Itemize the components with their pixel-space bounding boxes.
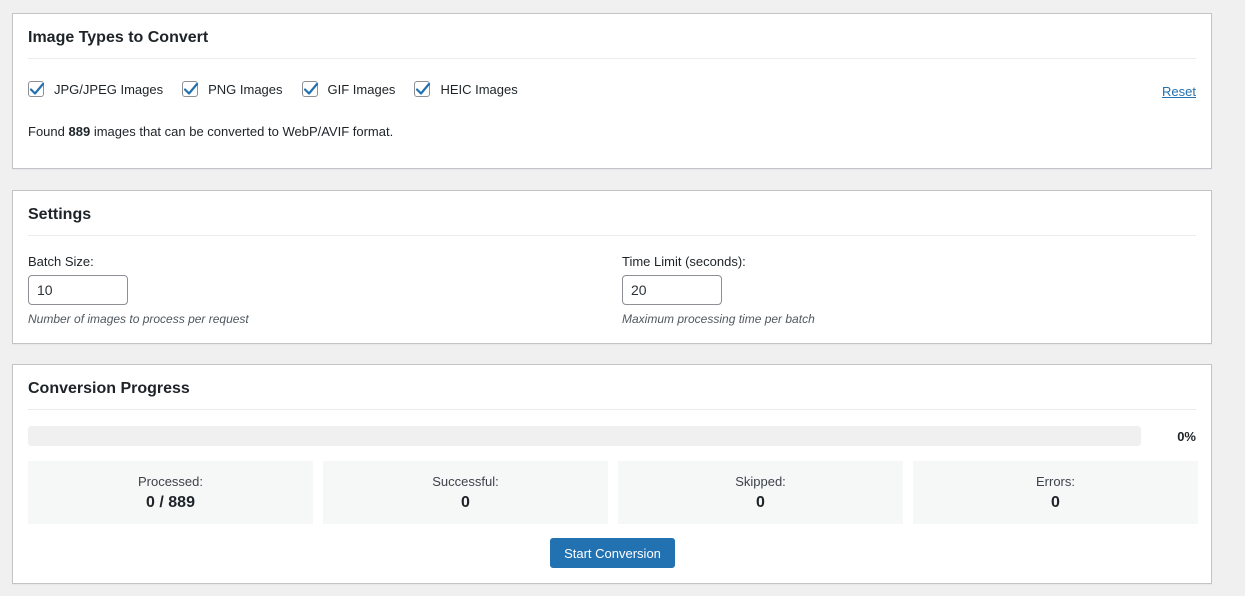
stat-processed-label: Processed: [137,473,204,489]
progress-bar [28,426,1141,446]
checkbox-png[interactable]: PNG Images [182,81,283,97]
checkmark-icon [416,82,431,95]
stat-errors: Errors: 0 [913,461,1198,524]
stat-processed: Processed: 0 / 889 [28,461,313,524]
image-type-checkboxes: JPG/JPEG Images PNG Images GIF Images HE… [28,81,537,97]
progress-percent: 0% [1177,429,1196,444]
checkbox-heic[interactable]: HEIC Images [414,81,518,97]
checkbox-heic-label: HEIC Images [440,81,518,97]
stats-row: Processed: 0 / 889 Successful: 0 Skipped… [28,461,1198,524]
checkbox-png-label: PNG Images [208,81,283,97]
time-limit-description: Maximum processing time per batch [622,312,815,326]
found-images-message: Found 889 images that can be converted t… [28,124,393,139]
start-conversion-button[interactable]: Start Conversion [550,538,675,568]
stat-processed-value: 0 / 889 [146,493,195,511]
batch-size-input[interactable] [28,275,128,305]
batch-size-field: Batch Size: Number of images to process … [28,254,249,326]
stat-skipped-value: 0 [756,493,765,511]
checkbox-gif-box[interactable] [301,81,318,97]
checkmark-icon [29,82,45,95]
batch-size-description: Number of images to process per request [28,312,249,326]
checkbox-heic-box[interactable] [414,81,431,97]
image-types-panel: Image Types to Convert JPG/JPEG Images P… [12,13,1212,169]
found-suffix: images that can be converted to WebP/AVI… [93,124,394,139]
conversion-progress-panel: Conversion Progress 0% Processed: 0 / 88… [12,364,1212,584]
image-types-title: Image Types to Convert [28,14,1196,59]
stat-successful: Successful: 0 [323,461,608,524]
found-count: 889 [68,124,91,139]
settings-title: Settings [28,191,1196,236]
checkbox-gif-label: GIF Images [327,81,396,97]
conversion-progress-title: Conversion Progress [28,365,1196,410]
stat-errors-label: Errors: [1036,473,1075,489]
checkbox-gif[interactable]: GIF Images [301,81,396,97]
reset-link[interactable]: Reset [1162,84,1196,99]
stat-errors-value: 0 [1051,493,1060,511]
found-prefix: Found [28,124,65,139]
checkbox-jpg-label: JPG/JPEG Images [54,81,164,97]
checkmark-icon [303,82,318,95]
stat-skipped: Skipped: 0 [618,461,903,524]
time-limit-input[interactable] [622,275,722,305]
stat-successful-value: 0 [461,493,470,511]
batch-size-label: Batch Size: [28,254,94,269]
settings-panel: Settings Batch Size: Number of images to… [12,190,1212,344]
time-limit-label: Time Limit (seconds): [622,254,746,269]
checkbox-jpg[interactable]: JPG/JPEG Images [28,81,163,97]
checkbox-png-box[interactable] [182,81,199,97]
checkbox-jpg-box[interactable] [28,81,45,97]
stat-successful-label: Successful: [432,473,499,489]
stat-skipped-label: Skipped: [735,473,786,489]
time-limit-field: Time Limit (seconds): Maximum processing… [622,254,815,326]
checkmark-icon [183,82,199,95]
